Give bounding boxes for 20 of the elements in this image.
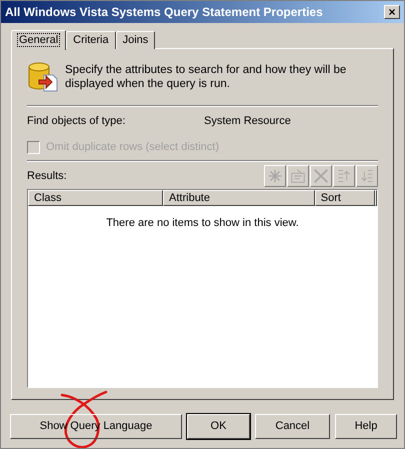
- column-header[interactable]: Attribute: [163, 190, 315, 206]
- properties-icon: [289, 166, 307, 184]
- description-text: Specify the attributes to search for and how they will be displayed when the query is run.: [65, 63, 348, 91]
- dialog-button[interactable]: Help: [335, 414, 397, 439]
- window-title: All Windows Vista Systems Query Statement Properties: [5, 4, 323, 21]
- asterisk-icon: [266, 166, 284, 184]
- tab[interactable]: Criteria: [66, 31, 116, 49]
- dialog-button[interactable]: OK: [187, 414, 250, 439]
- object-type-label: Find objects of type:: [27, 114, 126, 129]
- column-header[interactable]: Class: [28, 190, 164, 206]
- tab[interactable]: General: [11, 30, 66, 50]
- dialog-button[interactable]: Cancel: [255, 414, 330, 439]
- results-label: Results:: [27, 169, 67, 184]
- close-icon: [312, 166, 330, 184]
- column-header[interactable]: Sort: [314, 190, 375, 206]
- close-button[interactable]: ×: [384, 5, 400, 19]
- object-type-value: System Resource: [204, 114, 291, 129]
- tab[interactable]: Joins: [116, 31, 156, 49]
- database-arrow-icon: [27, 61, 59, 93]
- empty-list-message: There are no items to show in this view.: [106, 216, 299, 230]
